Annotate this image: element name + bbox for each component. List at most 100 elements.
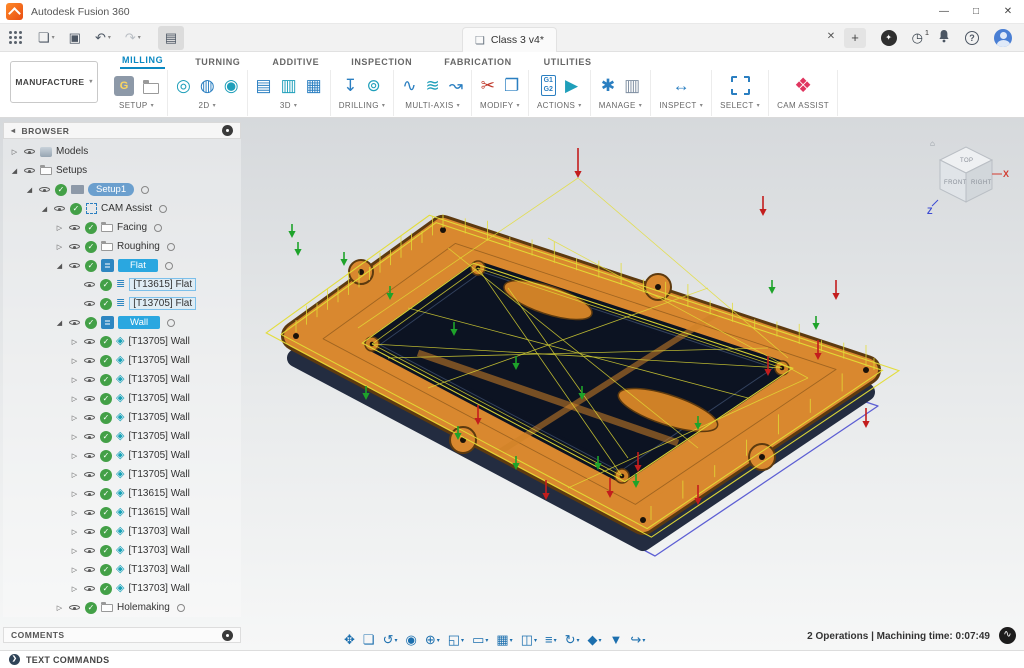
cam-assist-icon[interactable]: ❖ (794, 74, 812, 98)
expand-triangle-icon[interactable]: ▷ (69, 452, 80, 460)
eye-icon[interactable] (38, 183, 51, 196)
trim-toolpath-icon[interactable]: ✂ (481, 74, 495, 98)
ribbon-tab-fabrication[interactable]: FABRICATION (442, 56, 513, 69)
maximize-button[interactable]: □ (960, 0, 992, 24)
eye-icon[interactable] (83, 506, 96, 519)
new-folder-icon[interactable] (143, 83, 159, 94)
eye-icon[interactable] (83, 563, 96, 576)
tree-item-label[interactable]: Facing (117, 222, 147, 233)
expand-triangle-icon[interactable]: ◢ (9, 167, 20, 175)
eye-icon[interactable] (83, 278, 96, 291)
tree-item-label[interactable]: [T13705] Wall (128, 412, 189, 423)
browser-display-toggle-icon[interactable] (222, 125, 233, 136)
eye-icon[interactable] (83, 468, 96, 481)
ribbon-group-label[interactable]: MANAGE▾ (599, 101, 643, 110)
fit-icon[interactable]: ❏ (363, 633, 375, 646)
tree-row[interactable]: ◢ Setups (3, 161, 241, 180)
tree-item-label[interactable]: Setups (56, 165, 87, 176)
ribbon-tab-milling[interactable]: MILLING (120, 54, 165, 69)
view-cube[interactable]: ⌂ TOP FRONT RIGHT X Z (924, 134, 1010, 220)
tree-item-label[interactable]: [T13703] Wall (128, 545, 189, 556)
look-at-icon[interactable]: ◉ (405, 633, 416, 646)
3d-contour-icon[interactable]: ▦ (306, 74, 322, 98)
tree-row[interactable]: ▷✓◈[T13703] Wall (3, 541, 241, 560)
tree-item-label[interactable]: [T13703] Wall (128, 526, 189, 537)
ribbon-tab-turning[interactable]: TURNING (193, 56, 242, 69)
eye-icon[interactable] (83, 392, 96, 405)
tree-row[interactable]: ▷✓Holemaking (3, 598, 241, 617)
tree-item-label[interactable]: Roughing (117, 241, 160, 252)
eye-icon[interactable] (23, 145, 36, 158)
ribbon-group-label[interactable]: INSPECT▾ (659, 101, 703, 110)
expand-triangle-icon[interactable]: ▷ (69, 471, 80, 479)
tree-row[interactable]: ▷✓◈[T13705] Wall (3, 465, 241, 484)
2d-adaptive-icon[interactable]: ◎ (176, 74, 191, 98)
tree-row[interactable]: ▷✓Roughing (3, 237, 241, 256)
tree-item-label[interactable]: [T13615] Flat (129, 278, 196, 291)
tree-item-label[interactable]: [T13705] Wall (128, 374, 189, 385)
comments-toggle-icon[interactable] (222, 630, 233, 641)
machine-library-icon[interactable]: ▥ (624, 74, 640, 98)
assistant-icon[interactable]: ∿ (999, 627, 1016, 644)
tree-item-label[interactable]: [T13705] Wall (128, 355, 189, 366)
file-menu-icon[interactable]: ❏▾ (31, 26, 62, 50)
text-commands-bar[interactable]: ❯ TEXT COMMANDS (0, 650, 1024, 668)
expand-triangle-icon[interactable]: ▷ (69, 395, 80, 403)
tab-close-icon[interactable]: ✕ (824, 31, 838, 42)
expand-triangle-icon[interactable]: ◢ (54, 262, 65, 270)
eye-icon[interactable] (83, 335, 96, 348)
eye-icon[interactable] (53, 202, 66, 215)
ribbon-group-label[interactable]: CAM ASSIST (777, 101, 829, 110)
tree-item-label[interactable]: Models (56, 146, 88, 157)
select-icon[interactable] (731, 76, 750, 95)
apps-grid-icon[interactable] (9, 31, 22, 44)
tree-row[interactable]: ▷✓◈[T13615] Wall (3, 484, 241, 503)
expand-triangle-icon[interactable]: ▷ (69, 376, 80, 384)
toolpath-steps-icon[interactable]: ≡▾ (545, 633, 557, 646)
status-circle-icon[interactable] (167, 319, 175, 327)
display-settings-icon[interactable]: ▭▾ (472, 633, 488, 646)
multiaxis-contour-icon[interactable]: ≋ (426, 74, 440, 98)
tree-item-label[interactable]: [T13705] Wall (128, 469, 189, 480)
2d-pocket-icon[interactable]: ◍ (200, 74, 215, 98)
expand-triangle-icon[interactable]: ◢ (24, 186, 35, 194)
grid-snap-icon[interactable]: ▦▾ (496, 633, 512, 646)
status-circle-icon[interactable] (141, 186, 149, 194)
extensions-icon[interactable]: ✦ (881, 30, 897, 46)
eye-icon[interactable] (83, 354, 96, 367)
user-avatar[interactable] (994, 29, 1012, 47)
tree-item-label[interactable]: [T13615] Wall (128, 488, 189, 499)
expand-triangle-icon[interactable]: ◢ (54, 319, 65, 327)
tree-item-label[interactable]: Flat (118, 259, 158, 272)
ribbon-group-label[interactable]: MODIFY▾ (480, 101, 520, 110)
expand-triangle-icon[interactable]: ▷ (54, 604, 65, 612)
expand-triangle-icon[interactable]: ▷ (69, 547, 80, 555)
ribbon-tab-inspection[interactable]: INSPECTION (349, 56, 414, 69)
eye-icon[interactable] (68, 601, 81, 614)
tree-row[interactable]: ▷✓◈[T13705] Wall (3, 332, 241, 351)
2d-contour-icon[interactable]: ◉ (224, 74, 239, 98)
undo-icon[interactable]: ↶▾ (88, 26, 118, 50)
ribbon-tab-additive[interactable]: ADDITIVE (270, 56, 321, 69)
ribbon-group-label[interactable]: MULTI-AXIS▾ (405, 101, 460, 110)
zoom-icon[interactable]: ⊕▾ (425, 633, 440, 646)
viewports-icon[interactable]: ◫▾ (521, 633, 537, 646)
tree-item-label[interactable]: [T13705] Wall (128, 431, 189, 442)
expand-triangle-icon[interactable]: ◢ (39, 205, 50, 213)
tree-row[interactable]: ▷Models (3, 142, 241, 161)
tree-row[interactable]: ◢✓CAM Assist (3, 199, 241, 218)
drill-icon[interactable]: ↧ (343, 74, 357, 98)
ribbon-group-label[interactable]: 3D▾ (280, 101, 297, 110)
tree-item-label[interactable]: [T13705] Flat (129, 297, 196, 310)
tree-item-label[interactable]: [T13705] Wall (128, 450, 189, 461)
eye-icon[interactable] (83, 373, 96, 386)
eye-icon[interactable] (68, 259, 81, 272)
status-circle-icon[interactable] (159, 205, 167, 213)
visibility-filter-icon[interactable]: ▼ (610, 633, 623, 646)
ribbon-group-label[interactable]: SELECT▾ (720, 101, 760, 110)
tree-row[interactable]: ▷✓≣[T13615] Flat (3, 275, 241, 294)
tree-item-label[interactable]: [T13705] Wall (128, 336, 189, 347)
tree-item-label[interactable]: Setup1 (88, 183, 134, 196)
tree-row[interactable]: ▷✓◈[T13705] Wall (3, 370, 241, 389)
tree-item-label[interactable]: [T13703] Wall (128, 583, 189, 594)
